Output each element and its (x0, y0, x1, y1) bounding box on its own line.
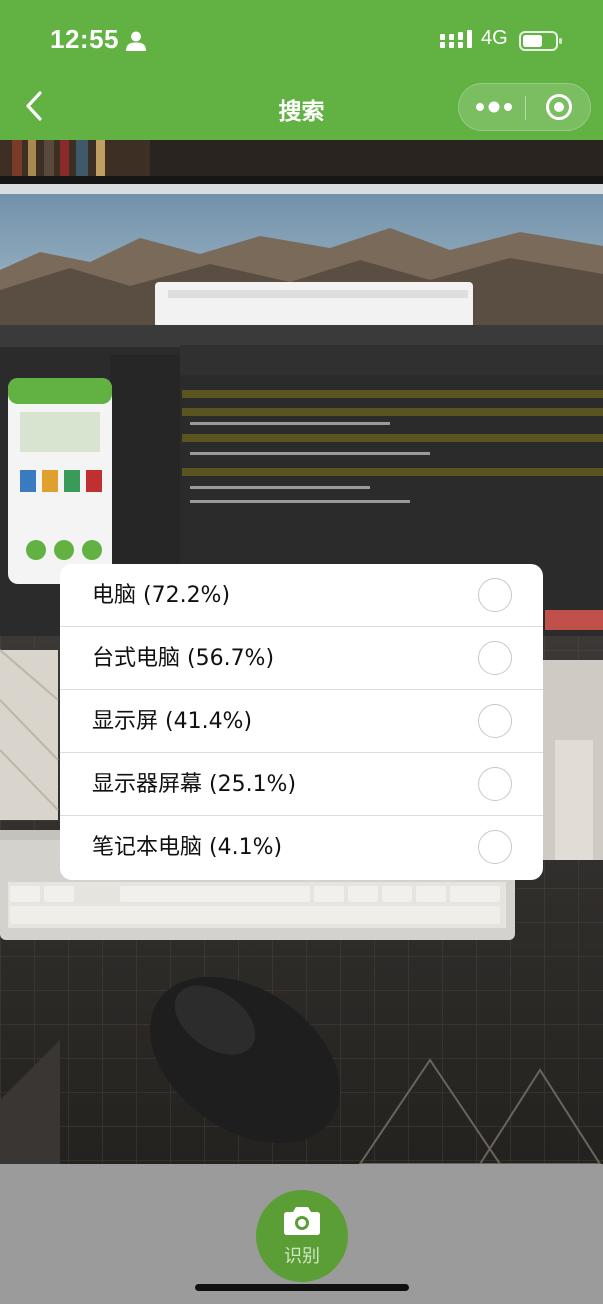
miniprogram-capsule (458, 83, 591, 131)
person-icon (126, 31, 146, 51)
more-dots-icon[interactable] (459, 84, 525, 130)
home-indicator[interactable] (195, 1284, 409, 1291)
result-label: 显示器屏幕 (25.1%) (92, 772, 297, 797)
result-label: 电脑 (72.2%) (92, 583, 231, 608)
radio-button[interactable] (478, 704, 512, 738)
status-time: 12:55 (50, 24, 119, 54)
radio-button[interactable] (478, 767, 512, 801)
bottom-bar: 识别 (0, 1164, 603, 1304)
result-option[interactable]: 显示屏 (41.4%) (60, 690, 543, 753)
network-type: 4G (481, 27, 508, 49)
result-option[interactable]: 电脑 (72.2%) (60, 564, 543, 627)
result-option[interactable]: 笔记本电脑 (4.1%) (60, 816, 543, 879)
result-option[interactable]: 台式电脑 (56.7%) (60, 627, 543, 690)
battery-icon (519, 31, 562, 51)
close-target-icon[interactable] (526, 84, 592, 130)
camera-icon (284, 1207, 320, 1235)
result-label: 笔记本电脑 (4.1%) (92, 835, 283, 860)
result-option[interactable]: 显示器屏幕 (25.1%) (60, 753, 543, 816)
radio-button[interactable] (478, 830, 512, 864)
radio-button[interactable] (478, 641, 512, 675)
recognition-results: 电脑 (72.2%) 台式电脑 (56.7%) 显示屏 (41.4%) 显示器屏… (60, 564, 543, 880)
signal-icon (440, 30, 472, 48)
result-label: 显示屏 (41.4%) (92, 709, 253, 734)
result-label: 台式电脑 (56.7%) (92, 646, 275, 671)
recognize-button[interactable]: 识别 (256, 1190, 348, 1282)
radio-button[interactable] (478, 578, 512, 612)
recognize-label: 识别 (284, 1246, 320, 1267)
top-bar: 12:55 4G 搜索 (0, 0, 603, 140)
